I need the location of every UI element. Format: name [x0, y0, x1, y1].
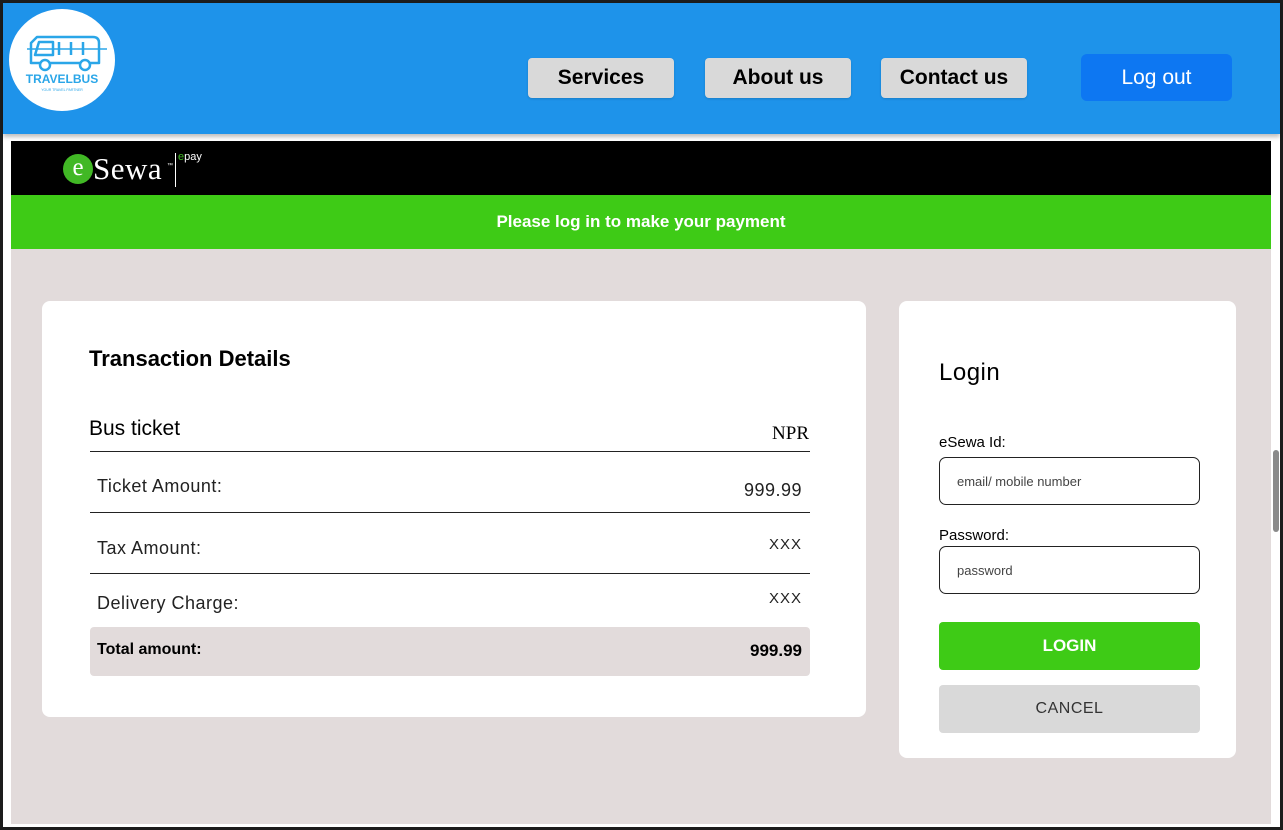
total-amount-value: 999.99	[750, 641, 802, 660]
login-title: Login	[939, 359, 1001, 386]
delivery-charge-label: Delivery Charge:	[97, 593, 240, 613]
esewa-trademark: ™	[167, 163, 173, 169]
contact-us-button[interactable]: Contact us	[881, 58, 1027, 98]
login-button[interactable]: LOGIN	[939, 622, 1200, 670]
divider	[90, 451, 810, 452]
services-button[interactable]: Services	[528, 58, 674, 98]
transaction-details-card: Transaction Details Bus ticket NPR Ticke…	[42, 301, 866, 717]
esewa-header: e Sewa ™ epay	[11, 141, 1271, 195]
password-input[interactable]	[939, 546, 1200, 594]
transaction-title: Transaction Details	[89, 346, 291, 371]
esewa-id-input[interactable]	[939, 457, 1200, 505]
transaction-item: Bus ticket	[89, 417, 181, 440]
scrollbar-thumb[interactable]	[1273, 450, 1279, 532]
ticket-amount-label: Ticket Amount:	[97, 476, 223, 496]
epay-rest: pay	[184, 151, 202, 163]
bus-icon: TRAVELBUS YOUR TRAVEL PARTNER	[26, 35, 107, 92]
cancel-button[interactable]: CANCEL	[939, 685, 1200, 733]
esewa-e-badge: e	[63, 154, 93, 184]
travelbus-logo[interactable]: TRAVELBUS YOUR TRAVEL PARTNER	[9, 9, 115, 111]
esewa-divider	[175, 153, 176, 187]
logout-button[interactable]: Log out	[1081, 54, 1232, 101]
top-navigation-bar: TRAVELBUS YOUR TRAVEL PARTNER Services A…	[3, 3, 1280, 134]
esewa-wordmark: Sewa	[93, 151, 163, 186]
tax-amount-value: XXX	[768, 536, 802, 553]
payment-content-area: Transaction Details Bus ticket NPR Ticke…	[11, 249, 1271, 824]
ticket-amount-value: 999.99	[743, 480, 802, 500]
logo-tagline: YOUR TRAVEL PARTNER	[41, 88, 83, 92]
divider	[90, 512, 810, 513]
about-us-button[interactable]: About us	[705, 58, 851, 98]
login-card: Login eSewa Id: Password: LOGIN CANCEL	[899, 301, 1236, 758]
tax-amount-label: Tax Amount:	[97, 538, 202, 558]
esewa-logo: e Sewa ™ epay	[63, 149, 223, 189]
password-label: Password:	[939, 527, 1010, 544]
total-amount-label: Total amount:	[97, 641, 202, 658]
divider	[90, 573, 810, 574]
esewa-epay-label: epay	[178, 151, 202, 163]
esewa-id-label: eSewa Id:	[939, 434, 1006, 451]
transaction-currency: NPR	[772, 423, 809, 444]
delivery-charge-value: XXX	[768, 590, 802, 607]
total-amount-row: Total amount: 999.99	[90, 627, 810, 676]
logo-text: TRAVELBUS	[26, 72, 98, 86]
login-prompt-banner: Please log in to make your payment	[11, 195, 1271, 249]
